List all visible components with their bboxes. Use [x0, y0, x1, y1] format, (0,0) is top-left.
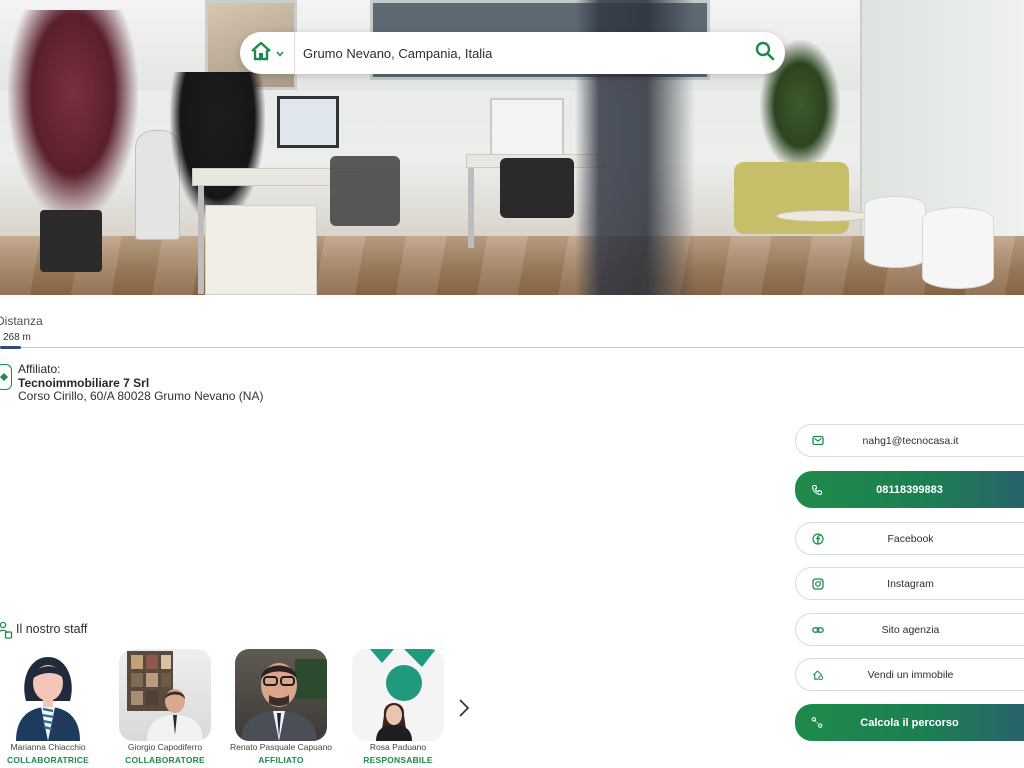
distance-slider-track[interactable] [0, 347, 1024, 348]
staff-card-giorgio-capodiferro[interactable]: Giorgio Capodiferro COLLABORATORE [107, 649, 223, 765]
staff-card-renato-pasquale-capuano[interactable]: Renato Pasquale Capuano AFFILIATO [223, 649, 339, 765]
property-type-dropdown[interactable] [240, 32, 295, 74]
distance-slider-fill[interactable] [0, 346, 21, 349]
photo-plant [8, 10, 138, 220]
website-label: Sito agenzia [881, 623, 940, 636]
photo-monitor [490, 98, 564, 156]
staff-card-rosa-paduano[interactable]: Rosa Paduano RESPONSABILE [340, 649, 456, 765]
staff-avatar [2, 649, 94, 741]
phone-number: 08118399883 [876, 483, 943, 496]
affiliate-address: Corso Cirillo, 60/A 80028 Grumo Nevano (… [18, 389, 264, 403]
staff-role: COLLABORATRICE [7, 755, 89, 765]
staff-photo [235, 649, 327, 741]
staff-next-button[interactable] [456, 697, 472, 719]
photo-chair [330, 156, 400, 226]
photo-pouf [922, 207, 994, 289]
distance-value: 268 m [3, 332, 31, 343]
chevron-right-icon [456, 699, 472, 723]
search-icon [755, 41, 775, 66]
staff-name: Rosa Paduano [369, 742, 427, 752]
instagram-button[interactable]: Instagram [795, 567, 1024, 600]
photo-monitor [277, 96, 339, 148]
search-button[interactable] [745, 32, 785, 74]
photo-round-table [776, 210, 870, 222]
search-bar [240, 32, 785, 74]
photo-desk-leg [198, 186, 204, 294]
affiliate-name: Tecnoimmobiliare 7 Srl [18, 376, 150, 390]
photo-drawer [205, 205, 317, 295]
staff-name: Renato Pasquale Capuano [229, 742, 333, 752]
route-label: Calcola il percorso [860, 716, 959, 729]
chevron-down-icon [276, 44, 284, 62]
sell-property-button[interactable]: Vendi un immobile [795, 658, 1024, 691]
route-button[interactable]: Calcola il percorso [795, 704, 1024, 741]
email-button[interactable]: nahg1@tecnocasa.it [795, 424, 1024, 457]
photo-plant-pot [40, 210, 102, 272]
staff-title: Il nostro staff [16, 622, 88, 636]
phone-button[interactable]: 08118399883 [795, 471, 1024, 508]
home-icon [250, 41, 272, 66]
photo-chair [500, 158, 574, 218]
sell-property-label: Vendi un immobile [867, 668, 954, 681]
team-icon [0, 621, 13, 644]
staff-role: COLLABORATORE [125, 755, 205, 765]
staff-photo [352, 649, 444, 741]
photo-desk-leg [468, 168, 474, 248]
facebook-button[interactable]: Facebook [795, 522, 1024, 555]
staff-role: RESPONSABILE [363, 755, 433, 765]
staff-name: Marianna Chiacchio [10, 742, 86, 752]
affiliate-label: Affiliato: [18, 362, 61, 376]
location-search-input[interactable] [295, 32, 745, 74]
agency-marker-icon [0, 364, 12, 390]
staff-name: Giorgio Capodiferro [127, 742, 203, 752]
photo-seated-person [170, 72, 265, 222]
facebook-label: Facebook [887, 532, 934, 545]
email-text: nahg1@tecnocasa.it [862, 434, 959, 447]
website-button[interactable]: Sito agenzia [795, 613, 1024, 646]
photo-pouf [864, 196, 926, 268]
distance-label: Distanza [0, 314, 43, 328]
staff-role: AFFILIATO [258, 755, 304, 765]
staff-photo [119, 649, 211, 741]
instagram-label: Instagram [887, 577, 934, 590]
staff-card-marianna-chiacchio[interactable]: Marianna Chiacchio COLLABORATRICE [0, 649, 106, 765]
photo-armchair [734, 162, 849, 234]
